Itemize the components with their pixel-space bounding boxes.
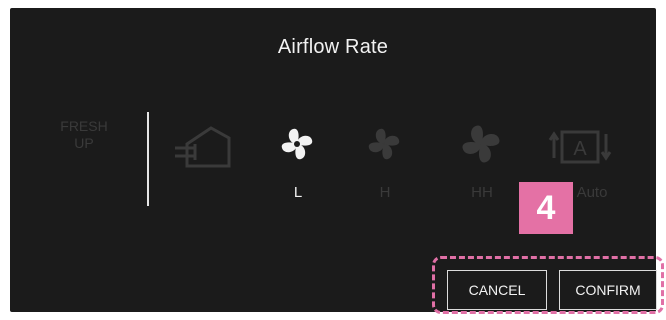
option-label-high-high: HH: [471, 184, 493, 201]
option-label-high: H: [379, 184, 391, 201]
callout-number-badge: 4: [519, 182, 573, 234]
fan-icon[interactable]: [365, 125, 403, 163]
options-divider: [147, 112, 149, 206]
fan-icon[interactable]: [278, 125, 316, 163]
auto-icon[interactable]: A: [548, 122, 612, 170]
dialog-title: Airflow Rate: [277, 36, 389, 58]
cancel-button[interactable]: CANCEL: [447, 270, 547, 310]
fan-icon[interactable]: [458, 121, 504, 167]
svg-text:A: A: [573, 138, 587, 160]
house-airflow-icon[interactable]: [173, 120, 233, 172]
option-label-low: L: [293, 184, 303, 201]
confirm-button[interactable]: CONFIRM: [559, 270, 657, 310]
fresh-up-option[interactable]: FRESH UP: [55, 118, 113, 152]
